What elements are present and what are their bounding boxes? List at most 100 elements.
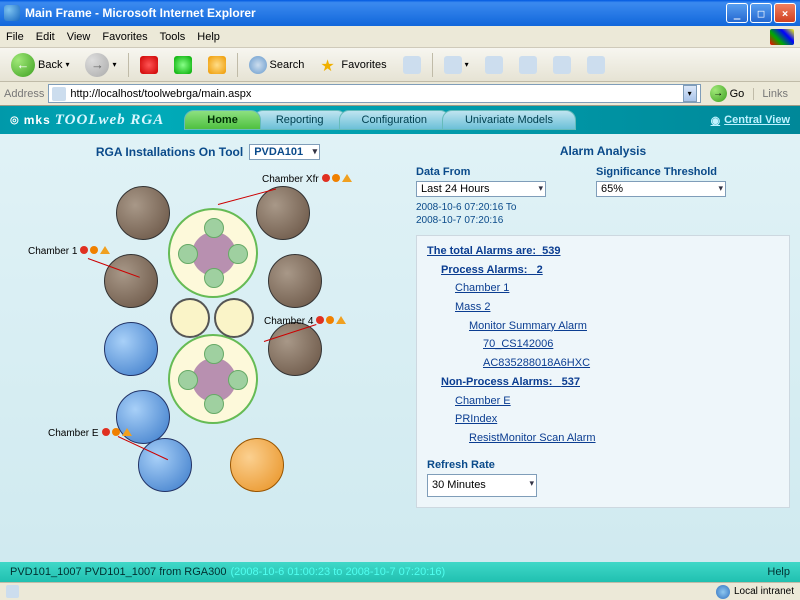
date-range: 2008-10-6 07:20:16 To 2008-10-7 07:20:16 (416, 201, 546, 227)
address-input[interactable] (70, 88, 678, 100)
chamber-node[interactable] (116, 186, 170, 240)
alarm-prindex-link[interactable]: PRIndex (455, 413, 497, 425)
alarm-chambere-link[interactable]: Chamber E (455, 395, 511, 407)
data-from-label: Data From (416, 166, 546, 178)
ie-status-bar: Local intranet (0, 582, 800, 600)
footer-message: PVD101_1007 PVD101_1007 from RGA300 (10, 566, 226, 578)
chamber-center-bottom[interactable] (168, 334, 258, 424)
address-label: Address (4, 88, 44, 100)
media-button[interactable] (398, 54, 426, 76)
data-from-select[interactable]: Last 24 Hours (416, 181, 546, 197)
nonprocess-alarms-link[interactable]: Non-Process Alarms: 537 (441, 376, 580, 388)
back-button[interactable]: ← Back ▾ (6, 51, 74, 79)
forward-button[interactable]: →▾ (80, 51, 121, 79)
chamber-diagram: Chamber Xfr Chamber 1 Chamber 4 Chamber … (8, 166, 408, 496)
mail-button[interactable]: ▾ (439, 54, 474, 76)
left-pane: RGA Installations On Tool PVDA101 (0, 134, 416, 562)
menu-view[interactable]: View (67, 31, 91, 43)
search-icon (249, 56, 267, 74)
menu-edit[interactable]: Edit (36, 31, 55, 43)
minimize-button[interactable]: _ (726, 3, 748, 23)
monitor-summary-link[interactable]: Monitor Summary Alarm (469, 320, 587, 332)
refresh-icon (174, 56, 192, 74)
left-title-row: RGA Installations On Tool PVDA101 (8, 144, 408, 160)
alarm-code2-link[interactable]: AC835288018A6HXC (483, 357, 590, 369)
resist-monitor-link[interactable]: ResistMonitor Scan Alarm (469, 432, 596, 444)
app-footer: PVD101_1007 PVD101_1007 from RGA300 (200… (0, 562, 800, 582)
go-icon: → (710, 85, 727, 102)
links-label[interactable]: Links (753, 88, 796, 100)
total-alarms-link[interactable]: The total Alarms are: 539 (427, 245, 561, 257)
page-icon (52, 87, 66, 101)
menu-help[interactable]: Help (197, 31, 220, 43)
back-icon: ← (11, 53, 35, 77)
tool-select[interactable]: PVDA101 (249, 144, 320, 160)
peri-circle (178, 244, 198, 264)
threshold-label: Significance Threshold (596, 166, 726, 178)
ie-toolbar: ← Back ▾ →▾ Search ★Favorites ▾ (0, 48, 800, 82)
address-box[interactable]: ▾ (48, 84, 700, 103)
app-logo: ◎mks TOOLweb RGA (10, 112, 164, 129)
refresh-button[interactable] (169, 54, 197, 76)
tab-home[interactable]: Home (184, 110, 261, 130)
forward-icon: → (85, 53, 109, 77)
alarm-chamber1-link[interactable]: Chamber 1 (455, 282, 509, 294)
process-alarms-link[interactable]: Process Alarms: 2 (441, 264, 543, 276)
stop-button[interactable] (135, 54, 163, 76)
address-dropdown[interactable]: ▾ (683, 85, 697, 102)
tab-configuration[interactable]: Configuration (339, 110, 450, 130)
footer-help-link[interactable]: Help (767, 566, 790, 578)
alarm-mass2-link[interactable]: Mass 2 (455, 301, 490, 313)
edit-icon (519, 56, 537, 74)
search-button[interactable]: Search (244, 54, 310, 76)
tab-univariate[interactable]: Univariate Models (442, 110, 576, 130)
peri-circle (204, 394, 224, 414)
app-header: ◎mks TOOLweb RGA Home Reporting Configur… (0, 106, 800, 134)
chamber-node[interactable] (256, 186, 310, 240)
go-button[interactable]: → Go (705, 85, 750, 102)
tab-reporting[interactable]: Reporting (253, 110, 347, 130)
window-titlebar: Main Frame - Microsoft Internet Explorer… (0, 0, 800, 26)
ie-icon (4, 5, 20, 21)
peri-circle (204, 344, 224, 364)
menu-tools[interactable]: Tools (160, 31, 186, 43)
print-button[interactable] (480, 54, 508, 76)
discuss-icon (553, 56, 571, 74)
peri-circle (228, 370, 248, 390)
alarm-summary-box: The total Alarms are: 539 Process Alarms… (416, 235, 790, 508)
chamber-node[interactable] (104, 322, 158, 376)
messenger-icon (587, 56, 605, 74)
favorites-button[interactable]: ★Favorites (315, 54, 391, 76)
chamber-e[interactable] (138, 438, 192, 492)
label-chamber-4: Chamber 4 (264, 316, 346, 327)
home-button[interactable] (203, 54, 231, 76)
stop-icon (140, 56, 158, 74)
peri-circle (228, 244, 248, 264)
chamber-xfr[interactable] (168, 208, 258, 298)
messenger-button[interactable] (582, 54, 610, 76)
label-chamber-e: Chamber E (48, 428, 132, 439)
refresh-rate-select[interactable]: 30 Minutes (427, 474, 537, 497)
right-pane: Alarm Analysis Data From Last 24 Hours 2… (416, 134, 800, 562)
central-view-link[interactable]: Central View (711, 114, 790, 127)
chamber-node[interactable] (268, 254, 322, 308)
address-bar: Address ▾ → Go Links (0, 82, 800, 106)
media-icon (403, 56, 421, 74)
menu-file[interactable]: File (6, 31, 24, 43)
maximize-button[interactable]: □ (750, 3, 772, 23)
edit-button[interactable] (514, 54, 542, 76)
threshold-select[interactable]: 65% (596, 181, 726, 197)
page-icon (6, 585, 19, 598)
menu-favorites[interactable]: Favorites (102, 31, 147, 43)
discuss-button[interactable] (548, 54, 576, 76)
close-button[interactable]: × (774, 3, 796, 23)
chamber-1[interactable] (104, 254, 158, 308)
windows-flag-icon (770, 29, 794, 45)
footer-timestamp: (2008-10-6 01:00:23 to 2008-10-7 07:20:1… (230, 566, 445, 578)
menu-bar: File Edit View Favorites Tools Help (0, 26, 800, 48)
left-title: RGA Installations On Tool (96, 145, 243, 159)
small-circle (170, 298, 210, 338)
home-icon (208, 56, 226, 74)
chamber-node[interactable] (230, 438, 284, 492)
alarm-code1-link[interactable]: 70_CS142006 (483, 338, 553, 350)
